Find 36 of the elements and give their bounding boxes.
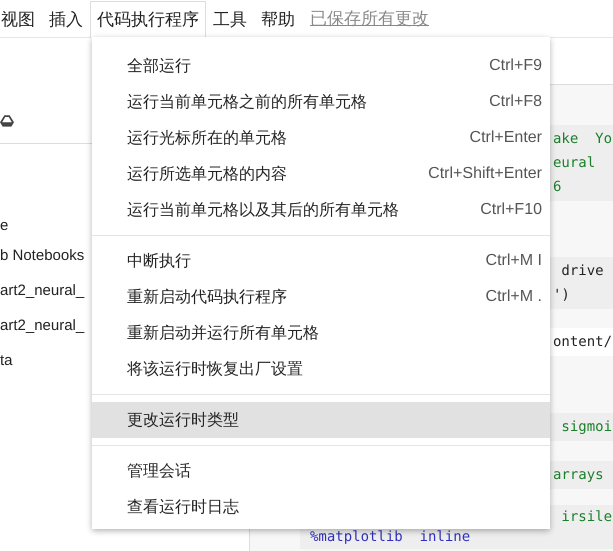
drive-icon[interactable]	[0, 114, 14, 127]
menu-item[interactable]: 将该运行时恢复出厂设置	[92, 351, 550, 387]
menu-bar-item[interactable]: 视图	[0, 0, 42, 38]
menu-item[interactable]: 查看运行时日志	[92, 489, 550, 525]
menu-item[interactable]: 中断执行 Ctrl+M I	[92, 243, 550, 279]
code-text: %matplotlib inline	[310, 529, 470, 545]
shortcut-text: Ctrl+M I	[486, 252, 542, 270]
code-text: sigmoi	[560, 419, 612, 435]
menu-item[interactable]: 运行所选单元格的内容 Ctrl+Shift+Enter	[92, 156, 550, 192]
code-text: ')	[553, 287, 570, 303]
menu-bar-item[interactable]: 代码执行程序	[90, 0, 206, 38]
code-text: ontent/	[553, 334, 612, 350]
shortcut-text: Ctrl+F9	[489, 57, 542, 75]
menu-item[interactable]: 重新启动代码执行程序 Ctrl+M .	[92, 279, 550, 315]
shortcut-text: Ctrl+Enter	[470, 129, 542, 147]
menu-bar-item[interactable]: 帮助	[254, 0, 302, 38]
menu-item[interactable]: 全部运行 Ctrl+F9	[92, 48, 550, 84]
menu-item[interactable]: 管理会话	[92, 453, 550, 489]
shortcut-text: Ctrl+F8	[489, 93, 542, 111]
menu-bar-item[interactable]: 工具	[206, 0, 254, 38]
menu-item[interactable]: 运行当前单元格之前的所有单元格 Ctrl+F8	[92, 84, 550, 120]
code-text: eural	[553, 155, 596, 171]
code-text: 6	[553, 179, 562, 195]
shortcut-text: Ctrl+Shift+Enter	[428, 165, 542, 183]
shortcut-text: Ctrl+M .	[486, 288, 542, 306]
menu-item[interactable]: 运行当前单元格以及其后的所有单元格 Ctrl+F10	[92, 192, 550, 228]
code-text: irsile	[560, 509, 612, 525]
code-text: arrays	[553, 467, 604, 483]
code-text: drive	[560, 263, 604, 279]
menu-item[interactable]: 运行光标所在的单元格 Ctrl+Enter	[92, 120, 550, 156]
menu-item[interactable]: 重新启动并运行所有单元格	[92, 315, 550, 351]
code-text: ake Yo	[553, 131, 612, 147]
save-status-link[interactable]: 已保存所有更改	[310, 7, 429, 30]
shortcut-text: Ctrl+F10	[480, 201, 542, 219]
menu-bar-item[interactable]: 插入	[42, 0, 90, 38]
menu-item[interactable]: 更改运行时类型	[92, 402, 550, 438]
